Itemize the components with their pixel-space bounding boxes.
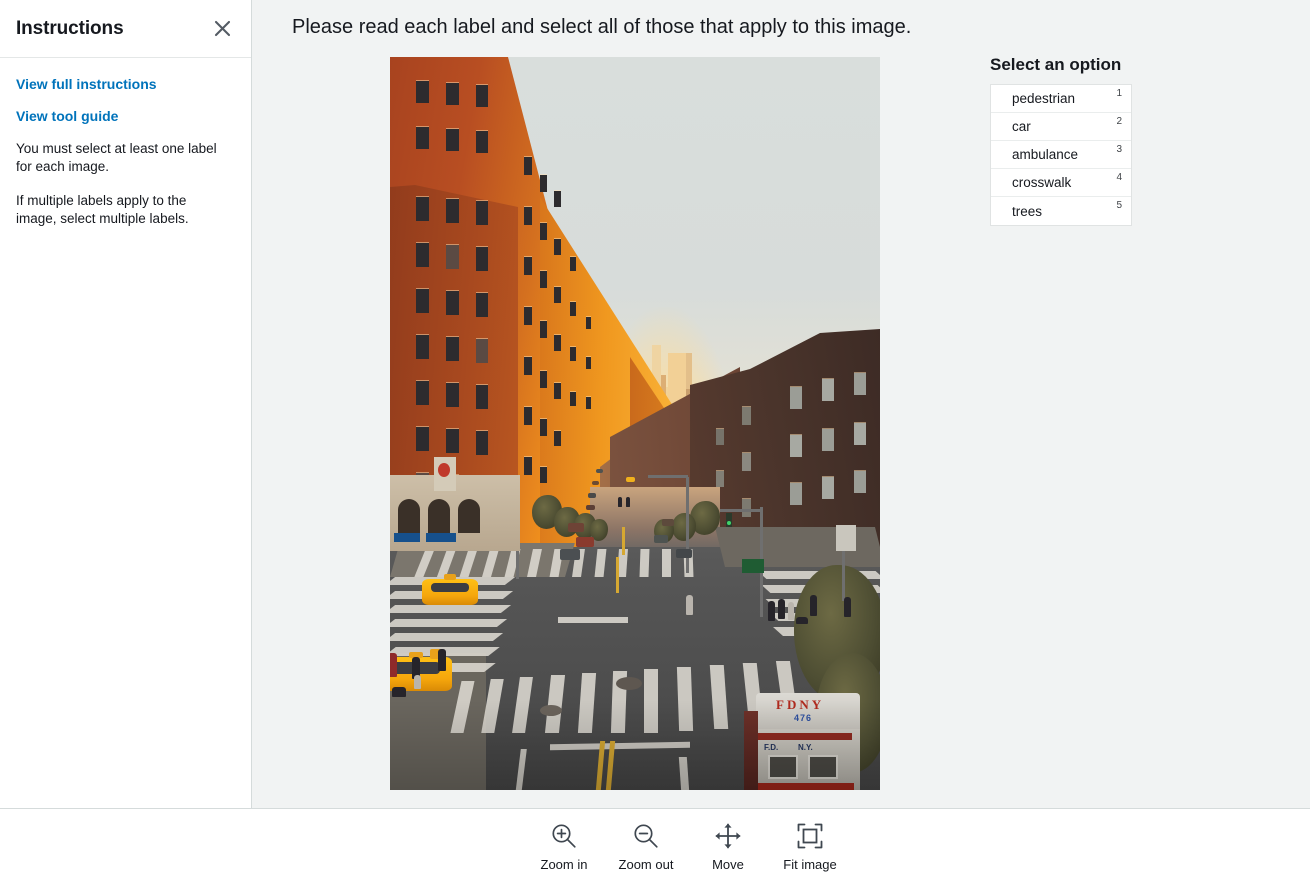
storefront-arch — [398, 499, 420, 533]
store-sign — [426, 533, 456, 542]
storefront-arch — [428, 499, 450, 533]
pedestrian — [686, 595, 693, 615]
option-shortcut: 4 — [1116, 172, 1122, 183]
sidebar-header: Instructions — [0, 0, 251, 58]
center-line-far — [622, 527, 625, 555]
taxi-cab — [422, 579, 478, 605]
distant-car — [592, 481, 599, 485]
instruction-paragraph-2: If multiple labels apply to the image, s… — [16, 192, 221, 228]
lane-marking — [558, 617, 628, 623]
manhole — [616, 677, 642, 690]
main-content: Please read each label and select all of… — [252, 0, 1310, 808]
fit-image-icon — [795, 819, 825, 853]
street-sign — [836, 525, 856, 551]
option-shortcut: 2 — [1116, 116, 1122, 127]
view-full-instructions-link[interactable]: View full instructions — [16, 76, 235, 92]
distant-car — [568, 523, 584, 532]
option-car[interactable]: car 2 — [991, 113, 1131, 141]
option-label: pedestrian — [1012, 91, 1116, 106]
move-button[interactable]: Move — [699, 819, 757, 872]
taxi-roof-light — [444, 574, 455, 580]
light-pole-arm — [648, 475, 688, 478]
sign-pole — [842, 551, 845, 601]
bottom-toolbar: Zoom in Zoom out — [0, 808, 1310, 882]
fit-image-button[interactable]: Fit image — [781, 819, 839, 872]
zoom-out-icon — [631, 819, 661, 853]
center-line-far — [616, 557, 619, 593]
zoom-out-button[interactable]: Zoom out — [617, 819, 675, 872]
photo-vignette — [390, 700, 880, 790]
zoom-in-button[interactable]: Zoom in — [535, 819, 593, 872]
distant-car — [676, 549, 692, 558]
store-sign — [394, 533, 420, 542]
options-title: Select an option — [990, 55, 1132, 75]
move-icon — [713, 819, 743, 853]
option-crosswalk[interactable]: crosswalk 4 — [991, 169, 1131, 197]
pedestrian — [414, 675, 421, 689]
option-label: car — [1012, 119, 1116, 134]
distant-car — [588, 493, 596, 498]
pedestrian — [626, 497, 630, 507]
task-image[interactable]: FDNY 476 F.D. N.Y. KEEP BACK — [390, 57, 880, 790]
close-icon[interactable] — [209, 16, 235, 42]
tool-label: Zoom out — [619, 857, 674, 872]
pedestrian — [618, 497, 622, 507]
task-prompt: Please read each label and select all of… — [292, 16, 911, 39]
distant-car — [654, 535, 668, 543]
pedestrian — [390, 653, 397, 677]
option-shortcut: 3 — [1116, 144, 1122, 155]
far-tower — [686, 353, 692, 389]
light-pole — [686, 477, 689, 573]
view-tool-guide-link[interactable]: View tool guide — [16, 108, 235, 124]
tool-label: Zoom in — [541, 857, 588, 872]
option-shortcut: 5 — [1116, 200, 1122, 211]
option-pedestrian[interactable]: pedestrian 1 — [991, 85, 1131, 113]
pedestrian — [810, 595, 817, 616]
options-panel: Select an option pedestrian 1 car 2 ambu… — [990, 55, 1132, 226]
pedestrian — [392, 687, 406, 697]
distant-car — [662, 519, 674, 526]
option-label: crosswalk — [1012, 175, 1116, 190]
option-trees[interactable]: trees 5 — [991, 197, 1131, 225]
labeling-task-page: Instructions View full instructions View… — [0, 0, 1310, 882]
option-label: trees — [1012, 204, 1116, 219]
distant-car — [586, 505, 595, 510]
distant-car — [576, 537, 594, 547]
image-tools: Zoom in Zoom out — [535, 819, 839, 872]
billboard-art — [438, 463, 450, 477]
option-shortcut: 1 — [1116, 88, 1122, 99]
tool-label: Fit image — [783, 857, 836, 872]
option-ambulance[interactable]: ambulance 3 — [991, 141, 1131, 169]
options-list: pedestrian 1 car 2 ambulance 3 crosswalk… — [990, 84, 1132, 226]
pedestrian — [768, 601, 775, 621]
zoom-in-icon — [549, 819, 579, 853]
distant-car — [560, 549, 580, 560]
sidebar-body: View full instructions View tool guide Y… — [0, 58, 251, 228]
pedestrian — [844, 597, 851, 617]
instructions-sidebar: Instructions View full instructions View… — [0, 0, 252, 808]
pedestrian — [788, 602, 794, 620]
instruction-paragraph-1: You must select at least one label for e… — [16, 140, 221, 176]
distant-taxi — [626, 477, 635, 482]
tool-label: Move — [712, 857, 744, 872]
street-sign — [742, 559, 764, 573]
pedestrian — [438, 649, 446, 671]
pedestrian — [778, 599, 785, 619]
page-title: Instructions — [16, 18, 209, 40]
traffic-signal-arm — [720, 509, 762, 512]
storefront-arch — [458, 499, 480, 533]
street-photo-canvas: FDNY 476 F.D. N.Y. KEEP BACK — [390, 57, 880, 790]
distant-car — [596, 469, 603, 473]
option-label: ambulance — [1012, 147, 1116, 162]
pedestrian-dog — [796, 617, 808, 624]
traffic-signal-green — [727, 521, 731, 525]
